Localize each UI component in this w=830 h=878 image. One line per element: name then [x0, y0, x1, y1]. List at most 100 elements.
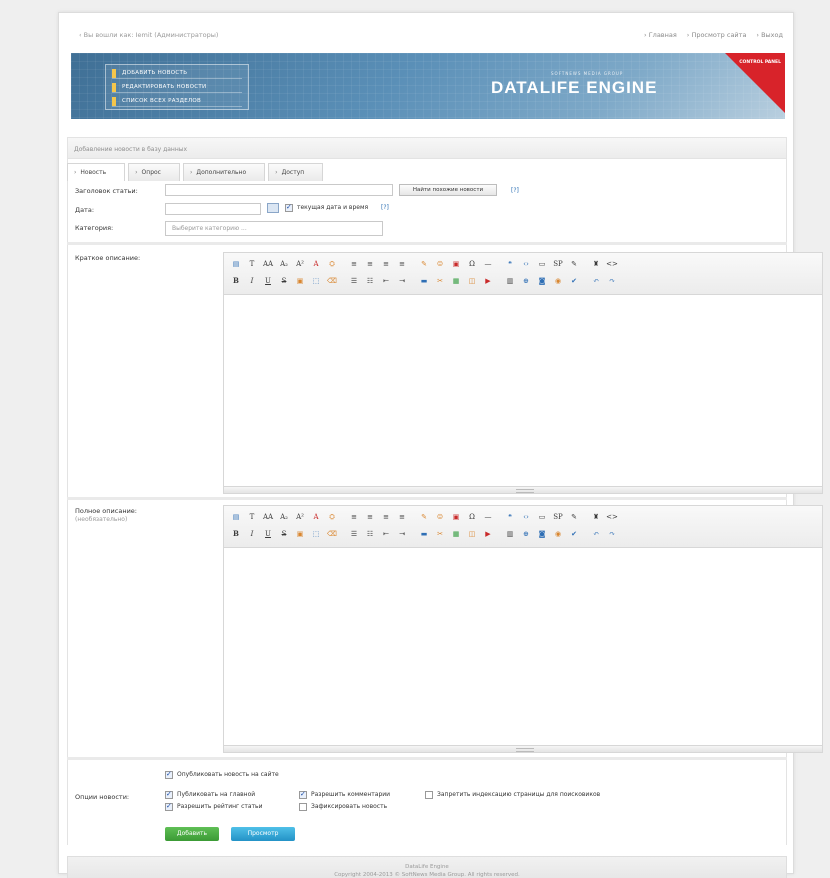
html-mode-icon[interactable]: <>	[606, 258, 618, 270]
short-editor-resize-handle[interactable]	[224, 486, 822, 493]
bold-icon[interactable]: B	[230, 275, 242, 287]
horizontal-rule-icon[interactable]: —	[482, 511, 494, 523]
source-icon[interactable]: ▤	[230, 258, 242, 270]
numbered-list-icon[interactable]: ☷	[364, 275, 376, 287]
paste-text-icon[interactable]: ⬚	[310, 528, 322, 540]
indent-icon[interactable]: ⇥	[396, 275, 408, 287]
code-icon[interactable]: ‹›	[520, 258, 532, 270]
bullet-list-icon[interactable]: ☰	[348, 528, 360, 540]
view-site-link[interactable]: › Просмотр сайта	[687, 31, 747, 39]
typograph-icon[interactable]: ✎	[568, 258, 580, 270]
align-left-icon[interactable]: ≡	[348, 258, 360, 270]
strike-icon[interactable]: S	[278, 528, 290, 540]
underline-icon[interactable]: U	[262, 528, 274, 540]
tab-poll[interactable]: Опрос	[128, 163, 180, 181]
redo-icon[interactable]: ↷	[606, 528, 618, 540]
align-justify-icon[interactable]: ≡	[396, 258, 408, 270]
indent-icon[interactable]: ⇥	[396, 528, 408, 540]
youtube-icon[interactable]: ▶	[482, 275, 494, 287]
hide-icon[interactable]: ▭	[536, 258, 548, 270]
unlink-icon[interactable]: ✂	[434, 275, 446, 287]
spellcheck-icon[interactable]: ✔	[568, 275, 580, 287]
flash-icon[interactable]: ▣	[450, 258, 462, 270]
paste-word-icon[interactable]: ▣	[294, 528, 306, 540]
superscript-icon[interactable]: A²	[294, 511, 306, 523]
text-color-icon[interactable]: A	[310, 258, 322, 270]
insert-link-icon[interactable]: ✎	[418, 258, 430, 270]
current-datetime-checkbox[interactable]	[285, 203, 293, 212]
full-editor-area[interactable]	[224, 548, 822, 747]
audio-icon[interactable]: ◉	[552, 528, 564, 540]
italic-icon[interactable]: I	[246, 528, 258, 540]
highlight-icon[interactable]: ⛭	[326, 258, 338, 270]
table-icon[interactable]: ▥	[504, 275, 516, 287]
preview-button[interactable]: Просмотр	[231, 827, 295, 841]
noindex-checkbox[interactable]	[425, 791, 433, 799]
align-right-icon[interactable]: ≡	[380, 258, 392, 270]
undo-icon[interactable]: ↶	[590, 275, 602, 287]
media-icon[interactable]: ⊕	[520, 528, 532, 540]
tab-access[interactable]: Доступ	[268, 163, 324, 181]
text-color-icon[interactable]: A	[310, 511, 322, 523]
file-icon[interactable]: ◫	[466, 275, 478, 287]
html-mode-icon[interactable]: <>	[606, 511, 618, 523]
youtube-icon[interactable]: ▶	[482, 528, 494, 540]
menu-sections[interactable]: СПИСОК ВСЕХ РАЗДЕЛОВ	[112, 96, 242, 107]
menu-edit-news[interactable]: РЕДАКТИРОВАТЬ НОВОСТИ	[112, 82, 242, 93]
font-size-icon[interactable]: AA	[262, 511, 274, 523]
pagebreak-icon[interactable]: ▬	[418, 275, 430, 287]
spellcheck-icon[interactable]: ✔	[568, 528, 580, 540]
numbered-list-icon[interactable]: ☷	[364, 528, 376, 540]
italic-icon[interactable]: I	[246, 275, 258, 287]
underline-icon[interactable]: U	[262, 275, 274, 287]
quote-icon[interactable]: ❝	[504, 258, 516, 270]
align-center-icon[interactable]: ≡	[364, 511, 376, 523]
font-icon[interactable]: T	[246, 511, 258, 523]
hide-icon[interactable]: ▭	[536, 511, 548, 523]
fix-news-checkbox[interactable]	[299, 803, 307, 811]
font-size-icon[interactable]: AA	[262, 258, 274, 270]
main-page-checkbox[interactable]	[165, 790, 173, 799]
date-help[interactable]: [?]	[381, 204, 389, 211]
code-icon[interactable]: ‹›	[520, 511, 532, 523]
allow-comments-checkbox[interactable]	[299, 790, 307, 799]
image-icon[interactable]: ▦	[450, 528, 462, 540]
menu-add-news[interactable]: ДОБАВИТЬ НОВОСТЬ	[112, 68, 242, 79]
short-editor-area[interactable]	[224, 295, 822, 488]
video-icon[interactable]: ◙	[536, 528, 548, 540]
quote-icon[interactable]: ❝	[504, 511, 516, 523]
align-center-icon[interactable]: ≡	[364, 258, 376, 270]
tab-news[interactable]: Новость	[67, 163, 126, 181]
pagebreak-icon[interactable]: ▬	[418, 528, 430, 540]
short-description-editor[interactable]: ▤ T AA A₂ A² A ⛭ ≡ ≡ ≡ ≡ ✎ ☺ ▣ Ω — ❝ ‹› …	[223, 252, 823, 494]
typograph-icon[interactable]: ✎	[568, 511, 580, 523]
insert-link-icon[interactable]: ✎	[418, 511, 430, 523]
clear-format-icon[interactable]: ⌫	[326, 275, 338, 287]
add-button[interactable]: Добавить	[165, 827, 219, 841]
special-char-icon[interactable]: Ω	[466, 511, 478, 523]
subscript-icon[interactable]: A₂	[278, 511, 290, 523]
video-icon[interactable]: ◙	[536, 275, 548, 287]
redo-icon[interactable]: ↷	[606, 275, 618, 287]
horizontal-rule-icon[interactable]: —	[482, 258, 494, 270]
outdent-icon[interactable]: ⇤	[380, 275, 392, 287]
category-select[interactable]: Выберите категорию ...	[165, 221, 383, 236]
unlink-icon[interactable]: ✂	[434, 528, 446, 540]
clear-format-icon[interactable]: ⌫	[326, 528, 338, 540]
highlight-icon[interactable]: ⛭	[326, 511, 338, 523]
align-right-icon[interactable]: ≡	[380, 511, 392, 523]
audio-icon[interactable]: ◉	[552, 275, 564, 287]
table-icon[interactable]: ▥	[504, 528, 516, 540]
align-justify-icon[interactable]: ≡	[396, 511, 408, 523]
bullet-list-icon[interactable]: ☰	[348, 275, 360, 287]
flash-icon[interactable]: ▣	[450, 511, 462, 523]
file-icon[interactable]: ◫	[466, 528, 478, 540]
find-icon[interactable]: ♜	[590, 258, 602, 270]
calendar-icon[interactable]	[267, 203, 279, 213]
home-link[interactable]: › Главная	[644, 31, 677, 39]
find-icon[interactable]: ♜	[590, 511, 602, 523]
smiley-icon[interactable]: ☺	[434, 258, 446, 270]
paste-text-icon[interactable]: ⬚	[310, 275, 322, 287]
special-char-icon[interactable]: Ω	[466, 258, 478, 270]
image-icon[interactable]: ▦	[450, 275, 462, 287]
